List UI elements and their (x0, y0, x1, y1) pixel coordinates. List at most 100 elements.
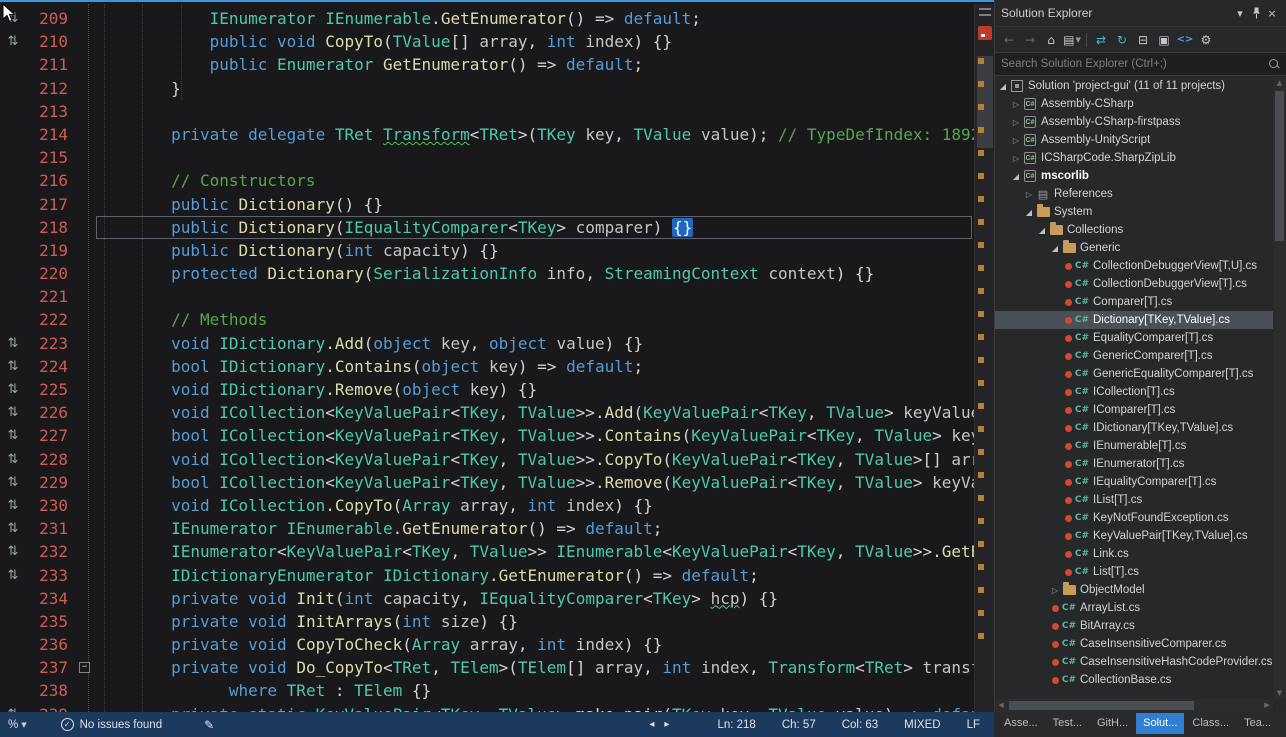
expander-closed-icon[interactable]: ▷ (1023, 190, 1035, 199)
tree-item[interactable]: C#IEqualityComparer[T].cs (995, 473, 1273, 491)
fold-margin[interactable]: − (78, 656, 94, 679)
scroll-down-icon[interactable]: ▼ (1273, 687, 1286, 699)
code-line[interactable]: 220 protected Dictionary(SerializationIn… (0, 262, 994, 285)
tree-item[interactable]: C#ArrayList.cs (995, 599, 1273, 617)
code-line[interactable]: 211 public Enumerator GetEnumerator() =>… (0, 53, 994, 76)
tree-item[interactable]: ◢Generic (995, 239, 1273, 257)
zoom-control[interactable]: % ▼ (8, 719, 27, 731)
code-line[interactable]: 221 (0, 285, 994, 308)
tree-item[interactable]: ▷C#Assembly-UnityScript (995, 131, 1273, 149)
tree-item[interactable]: C#Link.cs (995, 545, 1273, 563)
tree-item[interactable]: C#IComparer[T].cs (995, 401, 1273, 419)
code-line[interactable]: ⇅231 IEnumerator IEnumerable.GetEnumerat… (0, 517, 994, 540)
issues-check-icon[interactable]: ✓ (61, 718, 74, 731)
view-code-icon[interactable]: <> (1176, 31, 1194, 49)
search-input[interactable] (1001, 58, 1268, 70)
expander-open-icon[interactable]: ◢ (1036, 226, 1048, 235)
switch-views-icon[interactable]: ▤▼ (1063, 31, 1081, 49)
code-line[interactable]: ⇅233 IDictionaryEnumerator IDictionary.G… (0, 564, 994, 587)
code-line[interactable]: 235 private void InitArrays(int size) {} (0, 610, 994, 633)
tree-item[interactable]: ◢System (995, 203, 1273, 221)
properties-icon[interactable]: ⚙ (1197, 31, 1215, 49)
show-all-files-icon[interactable]: ▣ (1155, 31, 1173, 49)
document-health-indicator[interactable] (978, 26, 992, 40)
code-line[interactable]: ⇅225 void IDictionary.Remove(object key)… (0, 378, 994, 401)
expander-closed-icon[interactable]: ▷ (1010, 100, 1022, 109)
code-line[interactable]: 234 private void Init(int capacity, IEqu… (0, 587, 994, 610)
tree-item[interactable]: C#Comparer[T].cs (995, 293, 1273, 311)
code-line[interactable]: ⇅224 bool IDictionary.Contains(object ke… (0, 355, 994, 378)
sync-with-active-document-icon[interactable]: ⇄ (1092, 31, 1110, 49)
panel-tab[interactable]: Asse... (997, 713, 1045, 734)
code-line[interactable]: 236 private void CopyToCheck(Array array… (0, 633, 994, 656)
code-line[interactable]: 213 (0, 100, 994, 123)
tree-item[interactable]: ▷▤References (995, 185, 1273, 203)
code-line[interactable]: 212 } (0, 77, 994, 100)
home-icon[interactable]: ⌂ (1042, 31, 1060, 49)
tree-vertical-scrollbar[interactable]: ▲ ▼ (1273, 77, 1286, 699)
expander-closed-icon[interactable]: ▷ (1049, 586, 1061, 595)
expander-open-icon[interactable]: ◢ (1049, 244, 1061, 253)
scroll-right-icon[interactable]: ▶ (1261, 699, 1273, 712)
expander-closed-icon[interactable]: ▷ (1010, 118, 1022, 127)
tree-item[interactable]: ◢Solution 'project-gui' (11 of 11 projec… (995, 77, 1273, 95)
window-position-icon[interactable]: ▾ (1232, 5, 1248, 21)
tree-item[interactable]: ▷C#Assembly-CSharp-firstpass (995, 113, 1273, 131)
expander-closed-icon[interactable]: ▷ (1010, 136, 1022, 145)
code-line[interactable]: 219 public Dictionary(int capacity) {} (0, 239, 994, 262)
editor-scrollbar-thumb[interactable] (977, 56, 993, 148)
eol-indicator[interactable]: LF (967, 719, 980, 731)
editor-vertical-scrollbar[interactable] (974, 4, 994, 712)
fold-collapse-icon[interactable]: − (79, 662, 90, 673)
code-line[interactable]: ⇅223 void IDictionary.Add(object key, ob… (0, 332, 994, 355)
code-line[interactable]: ⇅230 void ICollection.CopyTo(Array array… (0, 494, 994, 517)
code-line[interactable]: ⇅227 bool ICollection<KeyValuePair<TKey,… (0, 424, 994, 447)
code-line[interactable]: ⇅239 private static KeyValuePair<TKey, T… (0, 703, 994, 712)
collapse-all-icon[interactable]: ⊟ (1134, 31, 1152, 49)
close-icon[interactable]: × (1264, 5, 1280, 21)
code-line[interactable]: 238 where TRet : TElem {} (0, 679, 994, 702)
tree-item[interactable]: C#CaseInsensitiveComparer.cs (995, 635, 1273, 653)
code-line[interactable]: 237− private void Do_CopyTo<TRet, TElem>… (0, 656, 994, 679)
refresh-icon[interactable]: ↻ (1113, 31, 1131, 49)
code-line[interactable]: 218 public Dictionary(IEqualityComparer<… (0, 216, 994, 239)
expander-open-icon[interactable]: ◢ (1023, 208, 1035, 217)
tree-item[interactable]: C#IDictionary[TKey,TValue].cs (995, 419, 1273, 437)
code-line[interactable]: ⇅210 public void CopyTo(TValue[] array, … (0, 30, 994, 53)
panel-tab[interactable]: GitH... (1090, 713, 1135, 734)
tree-item[interactable]: C#CollectionBase.cs (995, 671, 1273, 689)
tree-item[interactable]: C#List[T].cs (995, 563, 1273, 581)
tree-hscrollbar-thumb[interactable] (1009, 701, 1194, 710)
code-line[interactable]: 222 // Methods (0, 308, 994, 331)
code-line[interactable]: ⇅226 void ICollection<KeyValuePair<TKey,… (0, 401, 994, 424)
tree-item[interactable]: C#KeyValuePair[TKey,TValue].cs (995, 527, 1273, 545)
tree-item[interactable]: C#ICollection[T].cs (995, 383, 1273, 401)
panel-tab[interactable]: Class... (1185, 713, 1236, 734)
tree-item[interactable]: C#EqualityComparer[T].cs (995, 329, 1273, 347)
scroll-left-icon[interactable]: ◀ (995, 699, 1007, 712)
tree-item[interactable]: C#IEnumerable[T].cs (995, 437, 1273, 455)
tree-horizontal-scrollbar[interactable]: ◀ ▶ (995, 699, 1273, 712)
code-line[interactable]: 215 (0, 146, 994, 169)
back-icon[interactable]: ← (1000, 31, 1018, 49)
panel-tab[interactable]: Tea... (1237, 713, 1278, 734)
tree-item[interactable]: ▷C#Assembly-CSharp (995, 95, 1273, 113)
pin-icon[interactable] (1248, 5, 1264, 21)
code-line[interactable]: ⇅232 IEnumerator<KeyValuePair<TKey, TVal… (0, 540, 994, 563)
tree-item[interactable]: ◢C#mscorlib (995, 167, 1273, 185)
nav-forward-icon[interactable]: ▸ (664, 719, 669, 730)
code-line[interactable]: 214 private delegate TRet Transform<TRet… (0, 123, 994, 146)
tree-item[interactable]: C#CollectionDebuggerView[T,U].cs (995, 257, 1273, 275)
nav-back-icon[interactable]: ◂ (649, 719, 654, 730)
encoding-indicator[interactable]: MIXED (904, 719, 940, 731)
tree-scrollbar-thumb[interactable] (1275, 91, 1284, 241)
tree-item[interactable]: ▷C#ICSharpCode.SharpZipLib (995, 149, 1273, 167)
tree-item[interactable]: C#KeyNotFoundException.cs (995, 509, 1273, 527)
scroll-up-icon[interactable]: ▲ (1273, 77, 1286, 89)
expander-open-icon[interactable]: ◢ (1010, 172, 1022, 181)
split-grip[interactable] (979, 8, 991, 16)
tree-item[interactable]: C#CollectionDebuggerView[T].cs (995, 275, 1273, 293)
tree-item[interactable]: C#GenericEqualityComparer[T].cs (995, 365, 1273, 383)
expander-closed-icon[interactable]: ▷ (1010, 154, 1022, 163)
tree-item[interactable]: C#CaseInsensitiveHashCodeProvider.cs (995, 653, 1273, 671)
